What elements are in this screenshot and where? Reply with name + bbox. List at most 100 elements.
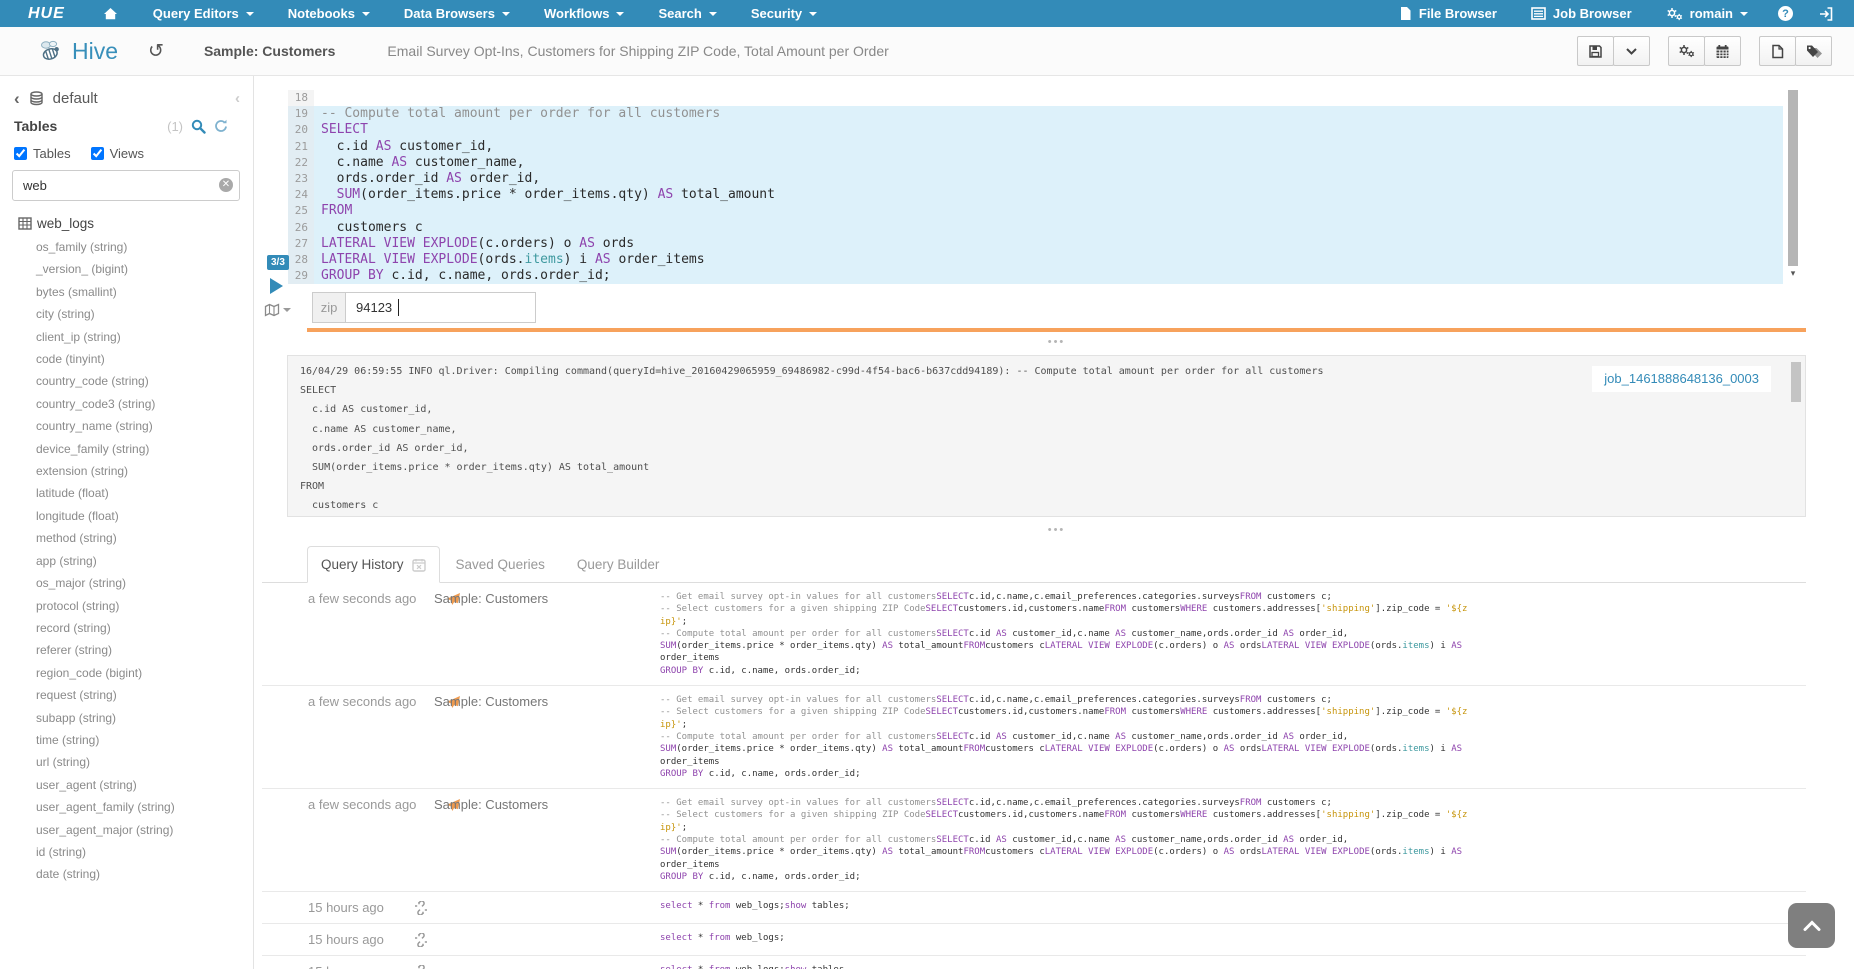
- editor-scrollbar[interactable]: ▾: [1787, 90, 1799, 286]
- editor-map-button[interactable]: [264, 303, 291, 317]
- column-item[interactable]: latitude (float): [36, 482, 175, 504]
- save-button[interactable]: [1577, 36, 1614, 66]
- column-item[interactable]: referer (string): [36, 639, 175, 661]
- save-dropdown-button[interactable]: [1613, 36, 1650, 66]
- history-row[interactable]: a few seconds agoSample: Customers-- Get…: [262, 789, 1806, 892]
- column-item[interactable]: request (string): [36, 684, 175, 706]
- filter-tables-checkbox[interactable]: Tables: [14, 146, 71, 161]
- clear-search-icon[interactable]: ✕: [219, 178, 233, 192]
- column-item[interactable]: country_code3 (string): [36, 393, 175, 415]
- job-chip: job_1461888648136_0003: [1592, 366, 1771, 392]
- execute-button[interactable]: [270, 278, 283, 294]
- nav-menu-security[interactable]: Security: [734, 0, 834, 27]
- line-number: 25: [288, 203, 314, 219]
- column-item[interactable]: country_code (string): [36, 370, 175, 392]
- nav-menu-workflows[interactable]: Workflows: [527, 0, 642, 27]
- hive-app-logo[interactable]: Hive: [36, 38, 118, 65]
- resize-handle[interactable]: •••: [307, 338, 1806, 346]
- column-item[interactable]: _version_ (bigint): [36, 258, 175, 280]
- code-line[interactable]: 18: [288, 90, 1783, 106]
- views-checkbox[interactable]: [91, 147, 104, 160]
- code-line[interactable]: 20SELECT: [288, 122, 1783, 138]
- code-line[interactable]: 29GROUP BY c.id, c.name, ords.order_id;: [288, 268, 1783, 284]
- column-item[interactable]: user_agent_major (string): [36, 819, 175, 841]
- column-item[interactable]: region_code (bigint): [36, 662, 175, 684]
- sql-editor[interactable]: 1819-- Compute total amount per order fo…: [288, 90, 1783, 284]
- column-item[interactable]: app (string): [36, 550, 175, 572]
- settings-button[interactable]: [1668, 36, 1705, 66]
- code-line[interactable]: 26 customers c: [288, 220, 1783, 236]
- help-button[interactable]: ?: [1765, 0, 1806, 27]
- column-item[interactable]: client_ip (string): [36, 326, 175, 348]
- scrollbar-thumb[interactable]: [1788, 90, 1798, 266]
- column-item[interactable]: extension (string): [36, 460, 175, 482]
- code-line[interactable]: 22 c.name AS customer_name,: [288, 155, 1783, 171]
- job-link[interactable]: job_1461888648136_0003: [1604, 371, 1759, 386]
- logout-button[interactable]: [1806, 0, 1846, 27]
- history-row[interactable]: 15 hours agoselect * from web_logs;: [262, 924, 1806, 956]
- collapse-sidebar-button[interactable]: ‹: [235, 90, 240, 107]
- user-menu[interactable]: romain: [1649, 0, 1765, 27]
- resize-handle[interactable]: •••: [307, 526, 1806, 534]
- tags-button[interactable]: [1795, 36, 1832, 66]
- new-query-button[interactable]: [1759, 36, 1796, 66]
- history-query-name: Sample: Customers: [434, 591, 660, 606]
- code-line[interactable]: 28LATERAL VIEW EXPLODE(ords.items) i AS …: [288, 252, 1783, 268]
- column-item[interactable]: os_major (string): [36, 572, 175, 594]
- history-query-sql: select * from web_logs;: [660, 932, 1470, 944]
- column-item[interactable]: date (string): [36, 863, 175, 885]
- column-item[interactable]: id (string): [36, 841, 175, 863]
- column-item[interactable]: method (string): [36, 527, 175, 549]
- tables-checkbox[interactable]: [14, 147, 27, 160]
- variable-value-input[interactable]: [346, 292, 536, 323]
- history-row[interactable]: a few seconds agoSample: Customers-- Get…: [262, 583, 1806, 686]
- history-row[interactable]: 15 hours agoselect * from web_logs;show …: [262, 892, 1806, 924]
- column-item[interactable]: code (tinyint): [36, 348, 175, 370]
- filter-views-checkbox[interactable]: Views: [91, 146, 144, 161]
- refresh-icon[interactable]: [214, 119, 228, 133]
- column-item[interactable]: longitude (float): [36, 505, 175, 527]
- nav-menu-query-editors[interactable]: Query Editors: [136, 0, 271, 27]
- history-row[interactable]: 15 hours agoselect * from web_logs;show …: [262, 956, 1806, 969]
- nav-menu-search[interactable]: Search: [641, 0, 733, 27]
- column-item[interactable]: user_agent (string): [36, 774, 175, 796]
- table-item-web-logs[interactable]: web_logs: [18, 216, 94, 231]
- column-item[interactable]: city (string): [36, 303, 175, 325]
- recent-queries-icon[interactable]: ↺: [148, 40, 164, 62]
- column-item[interactable]: user_agent_family (string): [36, 796, 175, 818]
- scroll-to-top-button[interactable]: [1788, 903, 1835, 948]
- home-button[interactable]: [103, 7, 118, 20]
- column-item[interactable]: time (string): [36, 729, 175, 751]
- scroll-down-icon[interactable]: ▾: [1787, 268, 1799, 279]
- code-line[interactable]: 23 ords.order_id AS order_id,: [288, 171, 1783, 187]
- nav-menu-notebooks[interactable]: Notebooks: [271, 0, 387, 27]
- nav-menu-data-browsers[interactable]: Data Browsers: [387, 0, 527, 27]
- column-item[interactable]: record (string): [36, 617, 175, 639]
- database-name[interactable]: default: [53, 90, 98, 107]
- tab-query-builder[interactable]: Query Builder: [561, 547, 676, 582]
- code-line[interactable]: 24 SUM(order_items.price * order_items.q…: [288, 187, 1783, 203]
- table-filter-input[interactable]: [12, 170, 240, 201]
- tab-saved-queries[interactable]: Saved Queries: [440, 547, 561, 582]
- code-line[interactable]: 27LATERAL VIEW EXPLODE(c.orders) o AS or…: [288, 236, 1783, 252]
- code-line[interactable]: 25FROM: [288, 203, 1783, 219]
- column-item[interactable]: device_family (string): [36, 438, 175, 460]
- column-item[interactable]: subapp (string): [36, 707, 175, 729]
- column-item[interactable]: country_name (string): [36, 415, 175, 437]
- column-item[interactable]: os_family (string): [36, 236, 175, 258]
- back-button[interactable]: ‹: [14, 90, 20, 107]
- nav-file-browser[interactable]: File Browser: [1382, 0, 1514, 27]
- query-history-table: a few seconds agoSample: Customers-- Get…: [262, 583, 1806, 969]
- log-scrollbar-thumb[interactable]: [1791, 362, 1801, 402]
- tab-query-history[interactable]: Query History: [307, 546, 440, 583]
- column-item[interactable]: url (string): [36, 751, 175, 773]
- search-icon[interactable]: [191, 119, 206, 134]
- hue-logo[interactable]: HUE: [28, 5, 65, 23]
- code-line[interactable]: 19-- Compute total amount per order for …: [288, 106, 1783, 122]
- column-item[interactable]: bytes (smallint): [36, 281, 175, 303]
- column-item[interactable]: protocol (string): [36, 595, 175, 617]
- schedule-button[interactable]: [1704, 36, 1741, 66]
- nav-job-browser[interactable]: Job Browser: [1514, 0, 1649, 27]
- code-line[interactable]: 21 c.id AS customer_id,: [288, 139, 1783, 155]
- history-row[interactable]: a few seconds agoSample: Customers-- Get…: [262, 686, 1806, 789]
